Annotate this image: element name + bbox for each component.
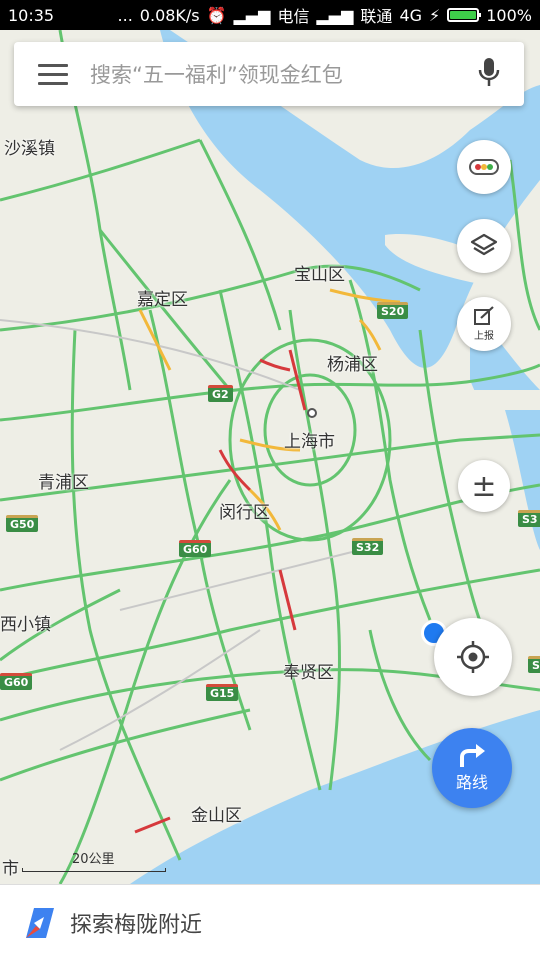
status-time: 10:35 bbox=[8, 5, 55, 25]
battery-fill bbox=[450, 11, 477, 19]
scale-label: 20公里 bbox=[72, 852, 115, 867]
report-icon bbox=[474, 306, 494, 325]
city-center-marker bbox=[307, 408, 317, 418]
explore-nearby-bar[interactable]: 探索梅陇附近 bbox=[0, 884, 540, 960]
road-shield-g50: G50 bbox=[6, 515, 39, 532]
road-shield-s-edge: S bbox=[528, 656, 540, 673]
crosshair-icon bbox=[457, 641, 489, 673]
menu-icon[interactable] bbox=[38, 63, 68, 85]
network-type: 4G bbox=[399, 5, 423, 25]
locate-me-button[interactable] bbox=[434, 618, 512, 696]
status-right: ... 0.08K/s ⏰ ▂▄▆ 电信 ▂▄▆ 联通 4G ⚡ 100% bbox=[118, 3, 532, 27]
place-minhang: 闵行区 bbox=[219, 503, 270, 523]
place-shaxizhen: 沙溪镇 bbox=[4, 139, 55, 159]
traffic-light-icon bbox=[469, 159, 499, 175]
place-xixiaozhen: 西小镇 bbox=[0, 615, 51, 635]
network-speed: 0.08K/s bbox=[139, 5, 200, 25]
place-jinshan: 金山区 bbox=[191, 806, 242, 826]
place-shi: 市 bbox=[2, 859, 19, 879]
status-bar: 10:35 ... 0.08K/s ⏰ ▂▄▆ 电信 ▂▄▆ 联通 4G ⚡ 1… bbox=[0, 0, 540, 30]
place-qingpu: 青浦区 bbox=[38, 473, 89, 493]
battery-icon bbox=[447, 8, 482, 22]
report-button[interactable]: 上报 bbox=[457, 297, 511, 351]
report-label: 上报 bbox=[474, 331, 494, 342]
alarm-icon: ⏰ bbox=[206, 5, 227, 25]
turn-arrow-icon bbox=[460, 744, 485, 767]
battery-percent: 100% bbox=[486, 5, 532, 25]
road-shield-s32: S32 bbox=[352, 538, 384, 555]
place-baoshan: 宝山区 bbox=[294, 265, 345, 285]
place-fengxian: 奉贤区 bbox=[283, 663, 334, 683]
microphone-icon[interactable] bbox=[478, 56, 500, 92]
road-shield-g15: G15 bbox=[206, 684, 239, 701]
traffic-toggle-button[interactable] bbox=[457, 140, 511, 194]
carrier-2: 联通 bbox=[360, 7, 393, 26]
status-dots: ... bbox=[117, 5, 133, 25]
place-jiading: 嘉定区 bbox=[137, 290, 188, 310]
layers-button[interactable] bbox=[457, 219, 511, 273]
map-scale: 20公里 bbox=[22, 848, 166, 872]
layers-icon bbox=[470, 233, 498, 256]
search-input[interactable]: 搜索“五一福利”领现金红包 bbox=[90, 59, 478, 89]
road-shield-g60: G60 bbox=[179, 540, 212, 557]
signal-icon-2: ▂▄▆ bbox=[316, 5, 354, 25]
road-shield-g60-west: G60 bbox=[0, 673, 33, 690]
charging-icon: ⚡ bbox=[429, 5, 441, 25]
road-shield-s20: S20 bbox=[377, 302, 409, 319]
zoom-button[interactable]: ± bbox=[458, 460, 510, 512]
place-yangpu: 杨浦区 bbox=[327, 355, 378, 375]
route-button[interactable]: 路线 bbox=[432, 728, 512, 808]
road-shield-g2: G2 bbox=[208, 385, 233, 402]
signal-icon: ▂▄▆ bbox=[233, 5, 271, 25]
explore-app-icon bbox=[26, 907, 54, 938]
route-label: 路线 bbox=[455, 773, 488, 792]
scale-bar bbox=[22, 868, 166, 872]
explore-nearby-text: 探索梅陇附近 bbox=[70, 912, 203, 938]
place-shanghai: 上海市 bbox=[284, 432, 335, 452]
carrier-1: 电信 bbox=[277, 7, 310, 26]
road-shield-s3: S3 bbox=[518, 510, 540, 527]
search-bar[interactable]: 搜索“五一福利”领现金红包 bbox=[14, 42, 524, 106]
